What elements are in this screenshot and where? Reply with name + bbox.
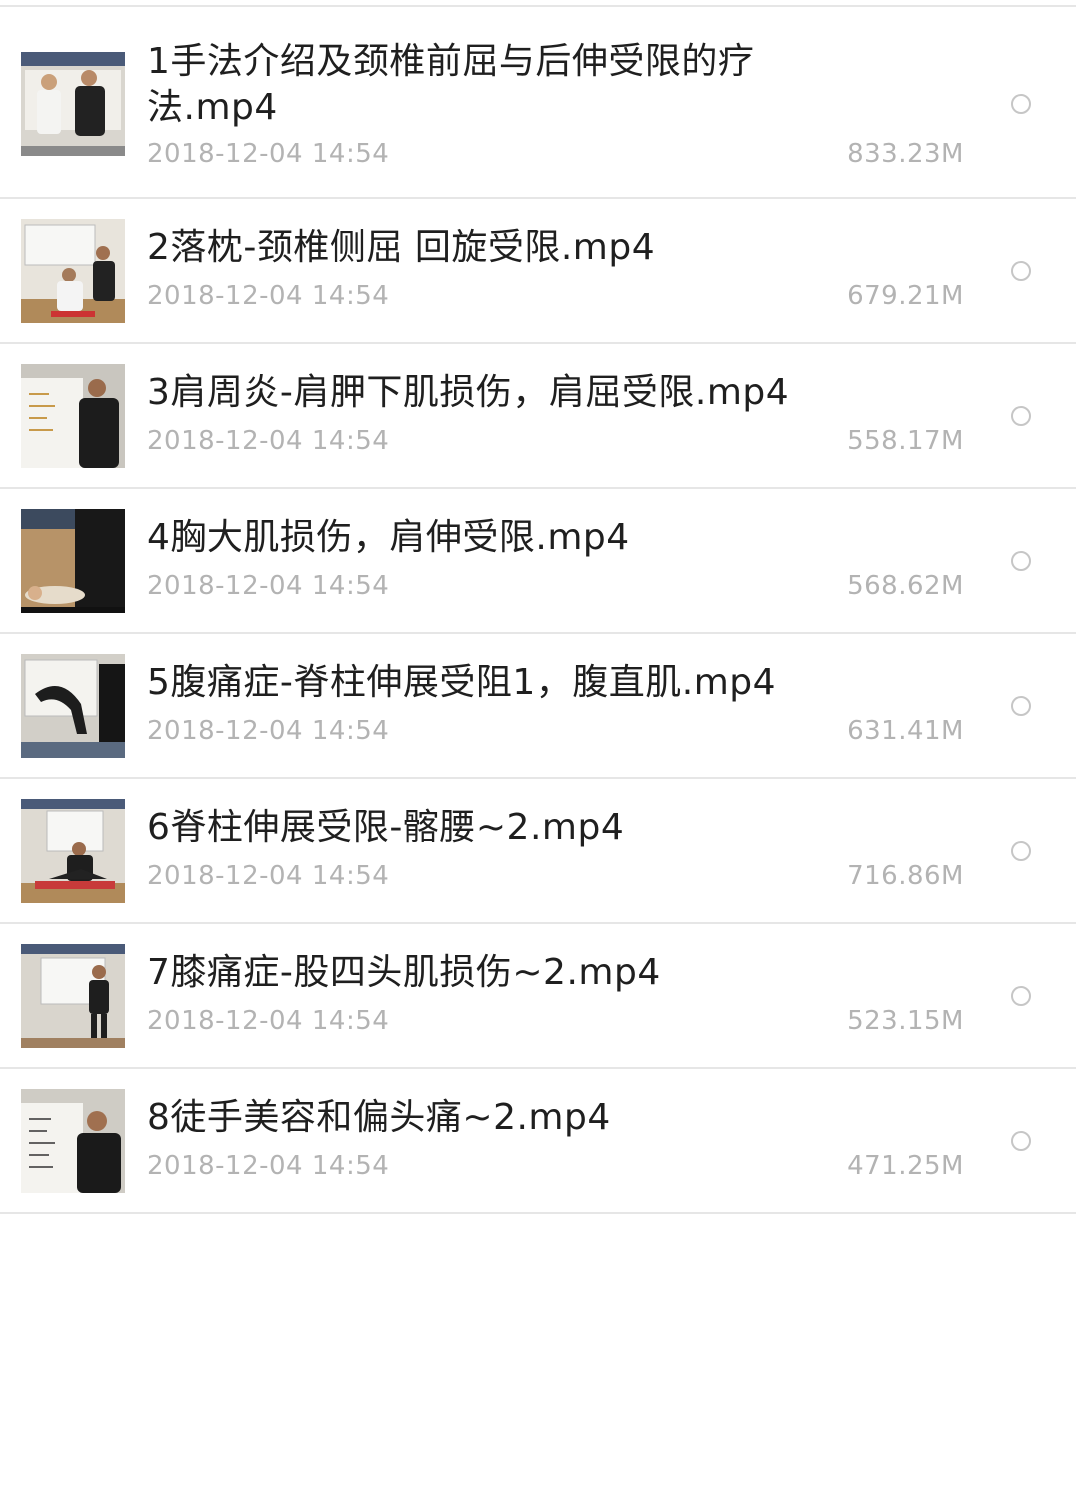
file-date: 2018-12-04 14:54 <box>147 716 390 746</box>
file-size: 631.41M <box>847 716 964 746</box>
file-name: 5腹痛症-脊柱伸展受阻1，腹直肌.mp4 <box>147 662 777 703</box>
file-size: 471.25M <box>847 1151 964 1181</box>
file-name: 6脊柱伸展受限-髂腰~2.mp4 <box>147 807 625 848</box>
file-date: 2018-12-04 14:54 <box>147 1151 390 1181</box>
file-row[interactable]: 5腹痛症-脊柱伸展受阻1，腹直肌.mp4 2018-12-04 14:54 63… <box>0 634 1076 779</box>
select-radio[interactable] <box>1011 406 1031 426</box>
video-thumbnail-icon <box>21 52 125 156</box>
file-name: 7膝痛症-股四头肌损伤~2.mp4 <box>147 952 661 993</box>
file-date: 2018-12-04 14:54 <box>147 281 390 311</box>
file-size: 558.17M <box>847 426 964 456</box>
file-name: 2落枕-颈椎侧屈 回旋受限.mp4 <box>147 227 656 268</box>
video-thumbnail-icon <box>21 799 125 903</box>
file-size: 523.15M <box>847 1006 964 1036</box>
file-list-screen: 1手法介绍及颈椎前屈与后伸受限的疗法.mp4 2018-12-04 14:54 … <box>0 0 1076 1511</box>
file-row[interactable]: 4胸大肌损伤，肩伸受限.mp4 2018-12-04 14:54 568.62M <box>0 489 1076 634</box>
select-radio[interactable] <box>1011 551 1031 571</box>
file-size: 833.23M <box>847 139 964 169</box>
file-date: 2018-12-04 14:54 <box>147 571 390 601</box>
select-radio[interactable] <box>1011 261 1031 281</box>
video-thumbnail-icon <box>21 654 125 758</box>
file-size: 716.86M <box>847 861 964 891</box>
file-row[interactable]: 7膝痛症-股四头肌损伤~2.mp4 2018-12-04 14:54 523.1… <box>0 924 1076 1069</box>
file-row[interactable]: 6脊柱伸展受限-髂腰~2.mp4 2018-12-04 14:54 716.86… <box>0 779 1076 924</box>
video-thumbnail-icon <box>21 364 125 468</box>
file-size: 679.21M <box>847 281 964 311</box>
file-name: 4胸大肌损伤，肩伸受限.mp4 <box>147 517 630 558</box>
video-thumbnail-icon <box>21 1089 125 1193</box>
file-date: 2018-12-04 14:54 <box>147 426 390 456</box>
file-row[interactable]: 3肩周炎-肩胛下肌损伤，肩屈受限.mp4 2018-12-04 14:54 55… <box>0 344 1076 489</box>
file-row[interactable]: 2落枕-颈椎侧屈 回旋受限.mp4 2018-12-04 14:54 679.2… <box>0 199 1076 344</box>
select-radio[interactable] <box>1011 696 1031 716</box>
file-name: 3肩周炎-肩胛下肌损伤，肩屈受限.mp4 <box>147 372 790 413</box>
video-thumbnail-icon <box>21 509 125 613</box>
select-radio[interactable] <box>1011 1131 1031 1151</box>
file-date: 2018-12-04 14:54 <box>147 1006 390 1036</box>
file-name: 8徒手美容和偏头痛~2.mp4 <box>147 1097 611 1138</box>
select-radio[interactable] <box>1011 94 1031 114</box>
file-list[interactable]: 1手法介绍及颈椎前屈与后伸受限的疗法.mp4 2018-12-04 14:54 … <box>0 7 1076 1214</box>
file-size: 568.62M <box>847 571 964 601</box>
select-radio[interactable] <box>1011 986 1031 1006</box>
file-date: 2018-12-04 14:54 <box>147 861 390 891</box>
file-row[interactable]: 8徒手美容和偏头痛~2.mp4 2018-12-04 14:54 471.25M <box>0 1069 1076 1214</box>
video-thumbnail-icon <box>21 944 125 1048</box>
select-radio[interactable] <box>1011 841 1031 861</box>
video-thumbnail-icon <box>21 219 125 323</box>
file-name: 1手法介绍及颈椎前屈与后伸受限的疗法.mp4 <box>147 41 755 128</box>
file-row[interactable]: 1手法介绍及颈椎前屈与后伸受限的疗法.mp4 2018-12-04 14:54 … <box>0 7 1076 199</box>
file-date: 2018-12-04 14:54 <box>147 139 390 169</box>
